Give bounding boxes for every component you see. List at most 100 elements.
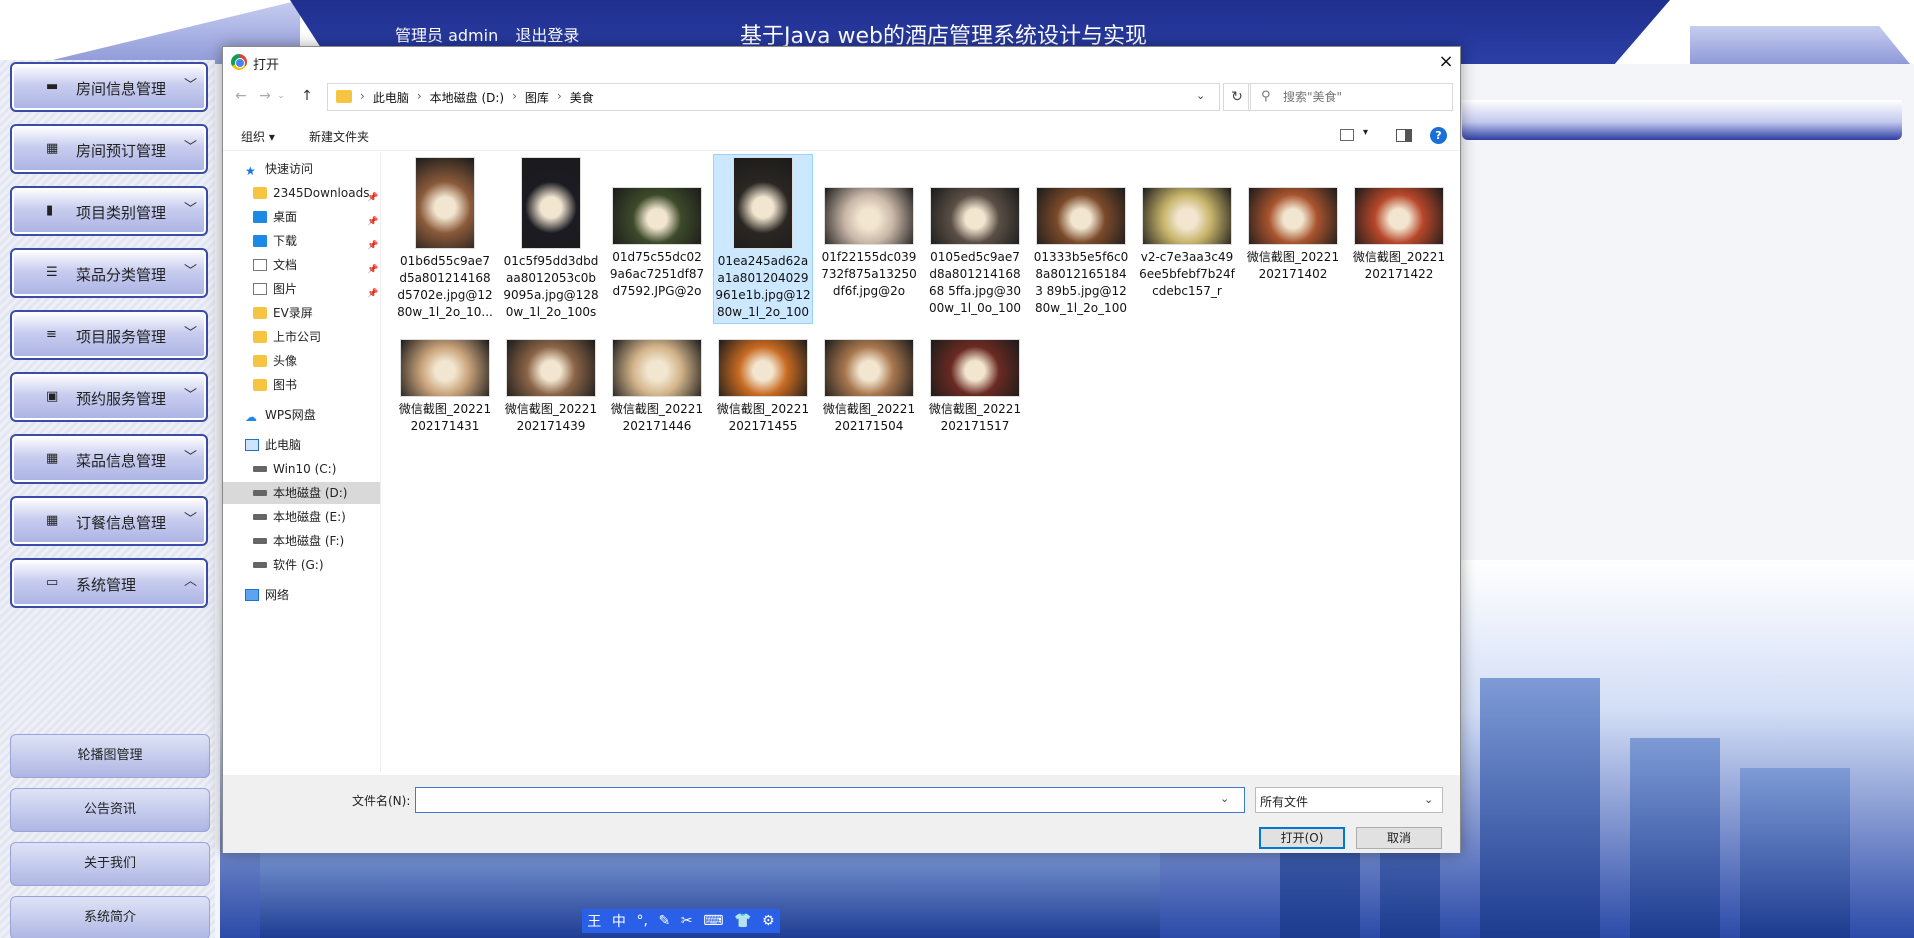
file-item[interactable]: 01333b5e5f6c08a80121651843 89b5.jpg@1280…: [1032, 155, 1130, 319]
file-item[interactable]: 微信截图_20221202171504: [820, 325, 918, 457]
file-item[interactable]: 微信截图_20221202171439: [502, 325, 600, 457]
breadcrumb-item[interactable]: 图库: [525, 89, 549, 106]
address-row: ← → ⌄ ↑ › 此电脑 › 本地磁盘 (D:) › 图库 › 美食 ⌄ ↻ ⚲: [223, 80, 1460, 112]
ime-toolbar[interactable]: 王中 °, ✎ ✂ ⌨ 👕 ⚙: [582, 909, 780, 933]
nav-item[interactable]: 图书: [223, 374, 380, 396]
file-item[interactable]: 微信截图_20221202171431: [396, 325, 494, 457]
sidebar-menu-item[interactable]: ▭ 系统管理 ︿: [10, 558, 208, 608]
sidebar-menu-item[interactable]: ▮ 项目类别管理 ﹀: [10, 186, 208, 236]
address-dropdown-icon[interactable]: ⌄: [1196, 89, 1205, 102]
breadcrumb-separator-icon[interactable]: ›: [360, 89, 365, 106]
preview-pane-icon[interactable]: [1396, 129, 1412, 142]
cancel-button[interactable]: 取消: [1356, 827, 1442, 849]
new-folder-button[interactable]: 新建文件夹: [309, 128, 369, 145]
file-type-select[interactable]: 所有文件 ⌄: [1255, 787, 1443, 813]
sidebar-menu-item[interactable]: ▦ 订餐信息管理 ﹀: [10, 496, 208, 546]
view-options-icon[interactable]: [1340, 129, 1354, 141]
nav-item[interactable]: 本地磁盘 (E:): [223, 506, 380, 528]
up-arrow-icon[interactable]: ↑: [297, 86, 317, 106]
file-item[interactable]: 微信截图_20221202171446: [608, 325, 706, 457]
nav-item-label: 网络: [265, 588, 290, 602]
nav-item[interactable]: 文档 📌: [223, 254, 380, 276]
nav-item[interactable]: 软件 (G:): [223, 554, 380, 576]
open-button[interactable]: 打开(O): [1259, 827, 1345, 849]
sidebar-subitem[interactable]: 公告资讯: [10, 788, 210, 832]
ime-tool-icon[interactable]: ✂: [681, 913, 693, 929]
nav-item[interactable]: EV录屏: [223, 302, 380, 324]
nav-item[interactable]: ☁ WPS网盘: [223, 404, 380, 426]
recent-chevron-icon[interactable]: ⌄: [275, 86, 287, 106]
view-dropdown-icon[interactable]: ▾: [1363, 127, 1368, 138]
file-name: 微信截图_20221202171439: [504, 402, 598, 433]
search-input[interactable]: [1283, 88, 1443, 106]
file-name: 01d75c55dc029a6ac7251df87d7592.JPG@2o: [609, 250, 705, 298]
file-item[interactable]: 01f22155dc039732f875a13250df6f.jpg@2o: [820, 155, 918, 319]
nav-item[interactable]: 网络: [223, 584, 380, 606]
sidebar-menu-item[interactable]: ≡ 项目服务管理 ﹀: [10, 310, 208, 360]
breadcrumb-item[interactable]: 美食: [570, 89, 594, 106]
refresh-button[interactable]: ↻: [1223, 83, 1251, 111]
ime-tool-icon[interactable]: 王: [587, 911, 601, 931]
sidebar-menu-item[interactable]: ▦ 菜品信息管理 ﹀: [10, 434, 208, 484]
ime-tool-icon[interactable]: ⚙: [762, 913, 775, 929]
sidebar-menu-item[interactable]: ▣ 预约服务管理 ﹀: [10, 372, 208, 422]
breadcrumb-item[interactable]: 此电脑: [373, 89, 409, 106]
file-item[interactable]: 01b6d55c9ae7d5a801214168d5702e.jpg@1280w…: [396, 155, 494, 323]
nav-item[interactable]: 本地磁盘 (D:): [223, 482, 380, 504]
file-item[interactable]: v2-c7e3aa3c496ee5bfebf7b24fcdebc157_r: [1138, 155, 1236, 319]
breadcrumb-item[interactable]: 本地磁盘 (D:): [430, 89, 504, 106]
nav-item[interactable]: 上市公司: [223, 326, 380, 348]
chevron-icon: ︿: [184, 574, 198, 589]
sidebar-subitem[interactable]: 关于我们: [10, 842, 210, 886]
nav-item[interactable]: 2345Downloads 📌: [223, 182, 380, 204]
nav-item-label: WPS网盘: [265, 408, 316, 422]
logout-link[interactable]: 退出登录: [515, 26, 579, 45]
file-item[interactable]: 微信截图_20221202171402: [1244, 155, 1342, 319]
help-icon[interactable]: ?: [1430, 127, 1447, 144]
nav-item[interactable]: 头像: [223, 350, 380, 372]
breadcrumb-separator-icon[interactable]: ›: [417, 89, 422, 106]
breadcrumb-separator-icon[interactable]: ›: [557, 89, 562, 106]
nav-item[interactable]: 下载 📌: [223, 230, 380, 252]
nav-item[interactable]: 图片 📌: [223, 278, 380, 300]
ime-tool-icon[interactable]: °,: [636, 913, 647, 929]
sliders-icon: ☰: [46, 265, 58, 280]
nav-item[interactable]: ★ 快速访问: [223, 158, 380, 180]
file-item[interactable]: 微信截图_20221202171517: [926, 325, 1024, 457]
nav-item[interactable]: 桌面 📌: [223, 206, 380, 228]
file-item[interactable]: 0105ed5c9ae7d8a80121416868 5ffa.jpg@3000…: [926, 155, 1024, 319]
sidebar-subitem[interactable]: 轮播图管理: [10, 734, 210, 778]
search-box[interactable]: ⚲: [1248, 83, 1453, 111]
sidebar-menu-item[interactable]: ☰ 菜品分类管理 ﹀: [10, 248, 208, 298]
sidebar-subitem[interactable]: 系统简介: [10, 896, 210, 938]
sidebar-menu-item[interactable]: ▦ 房间预订管理 ﹀: [10, 124, 208, 174]
image-thumbnail: [506, 339, 596, 397]
address-bar[interactable]: › 此电脑 › 本地磁盘 (D:) › 图库 › 美食 ⌄: [327, 83, 1220, 111]
ime-tool-icon[interactable]: 中: [612, 911, 626, 931]
filename-input[interactable]: [420, 791, 1200, 809]
file-item[interactable]: 01ea245ad62aa1a801204029961e1b.jpg@1280w…: [713, 154, 813, 324]
ime-tool-icon[interactable]: ✎: [659, 913, 671, 929]
organize-button[interactable]: 组织 ▾: [241, 128, 275, 145]
ime-tool-icon[interactable]: 👕: [734, 913, 751, 929]
back-arrow-icon[interactable]: ←: [231, 86, 251, 106]
file-item[interactable]: 01c5f95dd3dbdaa8012053c0b9095a.jpg@1280w…: [502, 155, 600, 323]
image-thumbnail: [1142, 187, 1232, 245]
file-item[interactable]: 微信截图_20221202171422: [1350, 155, 1448, 319]
nav-item[interactable]: 本地磁盘 (F:): [223, 530, 380, 552]
dialog-title: 打开: [253, 58, 280, 73]
file-item[interactable]: 微信截图_20221202171455: [714, 325, 812, 457]
nav-item[interactable]: Win10 (C:): [223, 458, 380, 480]
chat-icon: ▬: [46, 79, 59, 94]
nav-item[interactable]: 此电脑: [223, 434, 380, 456]
chevron-icon: ﹀: [184, 140, 198, 155]
filename-field[interactable]: ⌄: [415, 787, 1245, 813]
forward-arrow-icon[interactable]: →: [255, 86, 275, 106]
sidebar-menu-item[interactable]: ▬ 房间信息管理 ﹀: [10, 62, 208, 112]
ime-tool-icon[interactable]: ⌨: [703, 913, 723, 929]
file-item[interactable]: 01d75c55dc029a6ac7251df87d7592.JPG@2o: [608, 155, 706, 319]
breadcrumb-separator-icon[interactable]: ›: [512, 89, 517, 106]
filename-dropdown-icon[interactable]: ⌄: [1220, 792, 1229, 805]
chevron-icon: ﹀: [184, 326, 198, 341]
close-button[interactable]: ×: [1433, 49, 1459, 75]
